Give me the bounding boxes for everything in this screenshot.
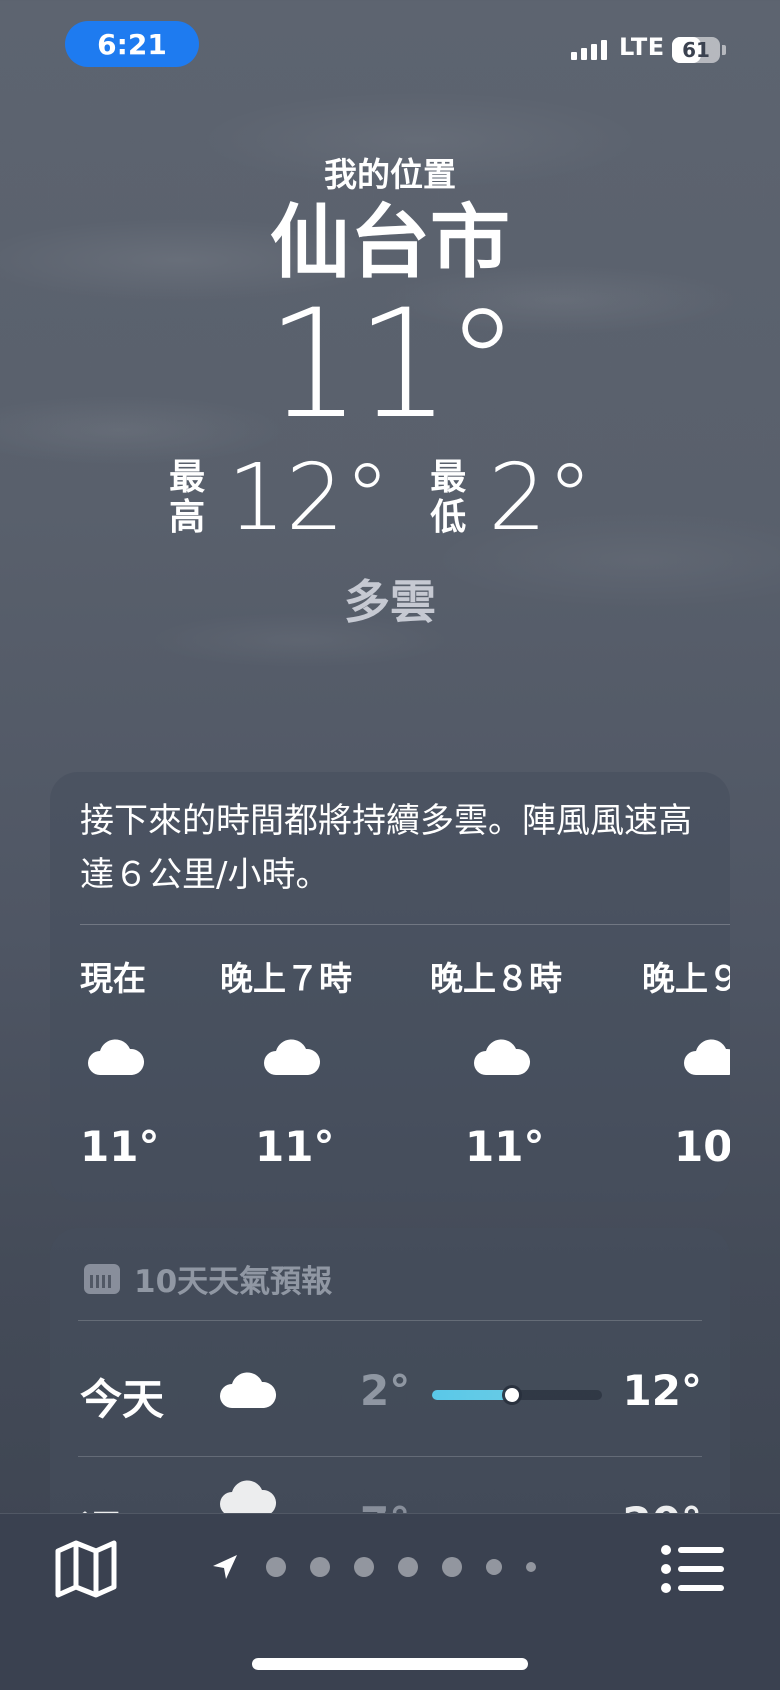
hour-label: 晚上７時 <box>220 959 352 998</box>
home-indicator[interactable] <box>252 1658 528 1670</box>
temperature-range-bar <box>432 1388 602 1402</box>
list-icon[interactable] <box>660 1544 726 1594</box>
network-type: LTE <box>619 33 665 61</box>
hour-label: 晚上８時 <box>430 959 562 998</box>
daily-header: 10天天氣預報 <box>84 1256 332 1301</box>
hourly-forecast-card[interactable]: 接下來的時間都將持續多雲。陣風風速高達６公里/小時。 現在 11° 晚上７時 1… <box>50 772 730 1202</box>
weather-condition: 多雲 <box>344 575 436 629</box>
battery-tip <box>722 45 726 55</box>
calendar-icon <box>84 1263 120 1294</box>
day-row[interactable]: 今天 2° 12° <box>50 1340 730 1440</box>
cellular-signal-icon <box>571 40 607 60</box>
page-dot[interactable] <box>310 1557 330 1577</box>
low-label: 最低 <box>430 457 467 538</box>
hour-label: 晚上９ <box>642 959 730 998</box>
low-temperature: 2° <box>488 444 593 551</box>
page-dot[interactable] <box>354 1557 374 1577</box>
hour-temp: 11° <box>80 1122 160 1171</box>
status-time[interactable]: 6:21 <box>65 21 199 67</box>
hour-label: 現在 <box>80 959 146 998</box>
page-indicator[interactable] <box>210 1552 548 1582</box>
hour-temp: 11° <box>465 1122 545 1171</box>
battery-icon: 61 <box>672 37 720 63</box>
high-low-temperatures: 最高 12° 最低 2° <box>0 448 780 548</box>
day-name: 今天 <box>80 1375 165 1424</box>
cloud-icon <box>88 1039 145 1075</box>
battery-percent: 61 <box>682 38 710 62</box>
cloud-icon <box>220 1480 277 1516</box>
page-dot[interactable] <box>486 1559 502 1575</box>
page-dot[interactable] <box>398 1557 418 1577</box>
hour-temp: 11° <box>255 1122 335 1171</box>
location-label: 我的位置 <box>324 155 456 194</box>
map-icon[interactable] <box>54 1539 118 1599</box>
daily-title: 10天天氣預報 <box>134 1264 333 1300</box>
day-low-temp: 2° <box>360 1366 411 1415</box>
cloud-icon <box>264 1039 321 1075</box>
location-arrow-icon[interactable] <box>210 1552 240 1582</box>
forecast-summary: 接下來的時間都將持續多雲。陣風風速高達６公里/小時。 <box>80 801 692 895</box>
city-name: 仙台市 <box>270 196 510 289</box>
cloud-icon <box>474 1039 531 1075</box>
status-bar: 6:21 LTE 61 <box>0 0 780 100</box>
page-dot[interactable] <box>442 1557 462 1577</box>
cloud-icon <box>220 1372 277 1408</box>
day-high-temp: 12° <box>622 1366 702 1415</box>
divider <box>78 1456 702 1457</box>
high-temperature: 12° <box>227 444 391 551</box>
hour-temp: 10 <box>674 1122 730 1171</box>
current-temperature: 11° <box>266 278 520 452</box>
cloud-icon <box>684 1039 730 1075</box>
page-dot[interactable] <box>266 1557 286 1577</box>
temperature-range-fill <box>432 1390 509 1400</box>
divider <box>80 924 730 925</box>
divider <box>78 1320 702 1321</box>
high-label: 最高 <box>169 457 206 538</box>
page-dot[interactable] <box>526 1562 536 1572</box>
current-temp-indicator <box>504 1388 519 1402</box>
